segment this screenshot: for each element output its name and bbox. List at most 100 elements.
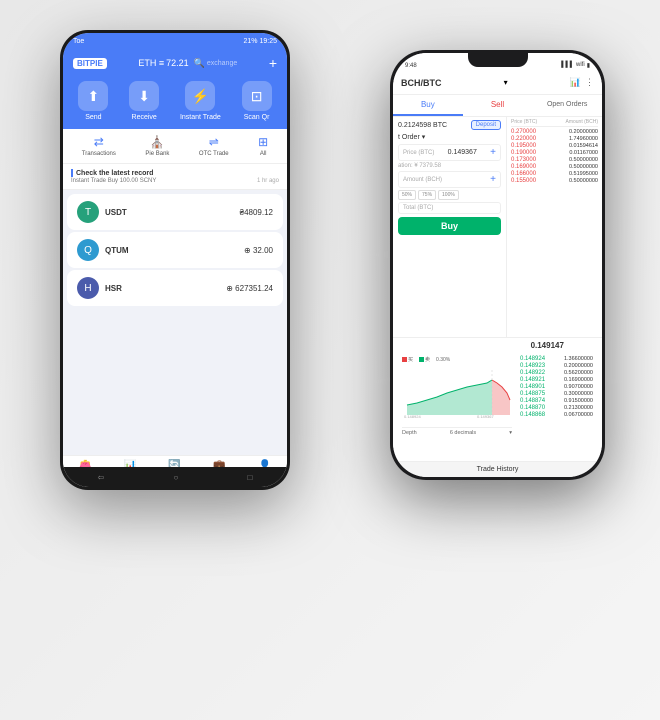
search-icon[interactable]: 🔍 (194, 58, 205, 69)
iphone-battery: ▮ (587, 62, 590, 69)
ob-header: Price (BTC) Amount (BCH) (511, 119, 598, 127)
otc-trade-label: OTC Trade (199, 151, 229, 157)
tab-sell[interactable]: Sell (463, 95, 533, 116)
scan-qr-button[interactable]: ⊡ Scan Qr (242, 81, 272, 121)
buy-button[interactable]: Buy (398, 217, 501, 235)
hsr-card[interactable]: H HSR ⊕ 627351.24 (67, 270, 283, 306)
pct-100[interactable]: 100% (438, 190, 459, 200)
total-row[interactable]: Total (BTC) (398, 202, 501, 214)
send-button[interactable]: ⬆ Send (78, 81, 108, 121)
iphone-time: 9:48 (405, 63, 417, 69)
decimals-chevron[interactable]: ▾ (509, 430, 512, 436)
pie-bank-icon: ⛪ (150, 135, 165, 149)
ob-amount-header: Amount (BCH) (565, 119, 598, 125)
android-phone: Toe 21% 19:25 BITPIE ETH ≡ 72.21 🔍 excha… (60, 30, 290, 490)
ob-buy-1[interactable]: 0.148923 0.20000000 (520, 363, 593, 369)
buy-legend-label: 买 (408, 356, 413, 363)
iphone-signal: ▌▌▌ (561, 62, 574, 69)
ob-sell-price-2: 0.195000 (511, 143, 536, 149)
qtum-card[interactable]: Q QTUM ⊕ 32.00 (67, 232, 283, 268)
ob-sell-amount-3: 0.01167000 (569, 150, 598, 156)
ob-sell-4[interactable]: 0.173000 0.50000000 (511, 157, 598, 163)
receive-button[interactable]: ⬇ Receive (129, 81, 159, 121)
ob-buy-0[interactable]: 0.148924 1.36600000 (520, 356, 593, 362)
amount-plus-icon[interactable]: + (490, 174, 496, 185)
ob-buy-2[interactable]: 0.148922 0.56200000 (520, 370, 593, 376)
ob-buy-4[interactable]: 0.148901 0.90700000 (520, 384, 593, 390)
recent-icon[interactable]: □ (248, 473, 253, 482)
ob-sell-amount-1: 1.74960000 (569, 136, 598, 142)
chart-section: 买 卖 0.30% (398, 354, 597, 438)
ob-sell-2[interactable]: 0.195000 0.01594614 (511, 143, 598, 149)
instant-trade-label: Instant Trade (180, 114, 221, 121)
price-input-row[interactable]: Price (BTC) 0.149367 + (398, 144, 501, 161)
legend-sell: 卖 (419, 356, 430, 363)
ob-buy-price-6: 0.148874 (520, 398, 545, 404)
deposit-button[interactable]: Deposit (471, 120, 501, 130)
ob-buy-amount-6: 0.91500000 (564, 398, 593, 404)
instant-trade-button[interactable]: ⚡ Instant Trade (180, 81, 221, 121)
buy-dot (402, 357, 407, 362)
deposit-row: 0.2124598 BTC Deposit (398, 120, 501, 130)
tab-open-orders[interactable]: Open Orders (532, 95, 602, 116)
ob-sell-6[interactable]: 0.166000 0.51995000 (511, 171, 598, 177)
order-section: 0.2124598 BTC Deposit t Order ▾ Price (B… (393, 117, 602, 337)
more-icon[interactable]: ⋮ (585, 77, 594, 88)
ob-sell-1[interactable]: 0.220000 1.74960000 (511, 136, 598, 142)
chart-area: 0.149147 买 (393, 337, 602, 461)
usdt-card[interactable]: T USDT ₴4809.12 (67, 194, 283, 230)
trade-header: BCH/BTC ▾ 📊 ⋮ (393, 71, 602, 95)
trade-header-icons: 📊 ⋮ (570, 77, 594, 88)
notification-text: Instant Trade Buy 100.00 SCNY (71, 178, 156, 184)
order-form: 0.2124598 BTC Deposit t Order ▾ Price (B… (393, 117, 507, 337)
eth-symbol: ETH ≡ (138, 58, 164, 68)
qtum-icon: Q (77, 239, 99, 261)
ob-sell-amount-4: 0.50000000 (569, 157, 598, 163)
pct-buttons: 50% 75% 100% (398, 190, 501, 200)
pair-name: BCH/BTC (401, 78, 442, 88)
add-icon[interactable]: + (269, 55, 277, 71)
ob-buy-3[interactable]: 0.148921 0.16900000 (520, 377, 593, 383)
ob-buy-6[interactable]: 0.148874 0.91500000 (520, 398, 593, 404)
ob-buy-7[interactable]: 0.148870 0.21300000 (520, 405, 593, 411)
android-nav: ⇦ ○ □ (63, 467, 287, 487)
chart-icon[interactable]: 📊 (570, 77, 581, 88)
decimals-label[interactable]: 6 decimals (450, 430, 476, 436)
otc-trade-button[interactable]: ⇌ OTC Trade (199, 135, 229, 157)
ob-buy-8[interactable]: 0.148868 0.06700000 (520, 412, 593, 418)
pct-75[interactable]: 75% (418, 190, 436, 200)
chart-pct: 0.30% (436, 357, 450, 363)
ob-buy-5[interactable]: 0.148875 0.30000000 (520, 391, 593, 397)
ob-sell-price-0: 0.270000 (511, 129, 536, 135)
pie-bank-button[interactable]: ⛪ Pie Bank (145, 135, 169, 157)
notification-bar: Check the latest record Instant Trade Bu… (63, 164, 287, 190)
back-icon[interactable]: ⇦ (98, 473, 105, 482)
transactions-label: Transactions (82, 151, 116, 157)
pair-dropdown-icon[interactable]: ▾ (504, 78, 508, 87)
ob-buy-amount-7: 0.21300000 (564, 405, 593, 411)
order-type-row[interactable]: t Order ▾ (398, 133, 501, 141)
all-button[interactable]: ⊞ All (258, 135, 268, 157)
chart-depth-row: Depth 6 decimals ▾ (402, 427, 512, 436)
pie-bank-label: Pie Bank (145, 151, 169, 157)
sell-legend-label: 卖 (425, 356, 430, 363)
btc-amount: 0.2124598 BTC (398, 122, 447, 129)
android-status-right: 21% 19:25 (243, 38, 277, 45)
ob-sell-amount-6: 0.51995000 (569, 171, 598, 177)
trade-history-button[interactable]: Trade History (393, 461, 602, 477)
ob-sell-5[interactable]: 0.169000 0.50000000 (511, 164, 598, 170)
price-plus-icon[interactable]: + (490, 147, 496, 158)
home-icon[interactable]: ○ (174, 473, 179, 482)
qtum-balance: ⊕ 32.00 (244, 246, 273, 255)
hsr-left: H HSR (77, 277, 122, 299)
ob-sell-price-3: 0.190000 (511, 150, 536, 156)
amount-input-row[interactable]: Amount (BCH) + (398, 171, 501, 188)
ob-sell-3[interactable]: 0.190000 0.01167000 (511, 150, 598, 156)
price-label: Price (BTC) (403, 150, 434, 156)
ob-sell-0[interactable]: 0.270000 0.20000000 (511, 129, 598, 135)
ob-buy-amount-8: 0.06700000 (564, 412, 593, 418)
transactions-button[interactable]: ⇄ Transactions (82, 135, 116, 157)
ob-sell-7[interactable]: 0.155000 0.50000000 (511, 178, 598, 184)
tab-buy[interactable]: Buy (393, 95, 463, 116)
pct-50[interactable]: 50% (398, 190, 416, 200)
